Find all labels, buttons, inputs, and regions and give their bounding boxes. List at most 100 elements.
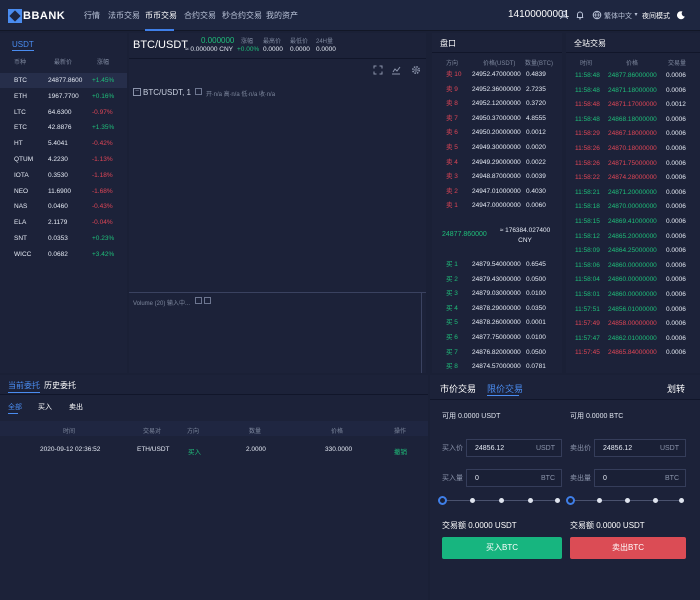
moon-icon[interactable]: [676, 10, 686, 20]
nav-market[interactable]: 行情: [84, 10, 100, 21]
bell-icon[interactable]: [575, 10, 585, 20]
nav-my-assets[interactable]: 我的资产: [266, 10, 298, 21]
orderbook-header-price: 价格(USDT): [483, 61, 516, 67]
settings-icon[interactable]: [411, 65, 421, 75]
sell-qty-input[interactable]: 0 BTC: [594, 469, 686, 487]
volume-settings-icon[interactable]: [195, 297, 202, 304]
user-icon[interactable]: [559, 10, 569, 20]
slider-step[interactable]: [597, 498, 602, 503]
slider-step[interactable]: [625, 498, 630, 503]
market-price: 0.0353: [48, 235, 68, 242]
sell-percent-slider[interactable]: [566, 496, 686, 506]
sell-button[interactable]: 卖出BTC: [570, 537, 686, 559]
orders-header-pair: 交易对: [143, 429, 162, 435]
filter-buy[interactable]: 买入: [38, 402, 52, 412]
orderbook-ask-row[interactable]: 卖 4 24949.29000000 0.0022: [432, 156, 562, 171]
filter-all[interactable]: 全部: [8, 402, 22, 412]
orderbook-ask-row[interactable]: 卖 3 24948.87000000 0.0039: [432, 170, 562, 185]
trade-time: 11:57:45: [575, 349, 600, 357]
fullscreen-icon[interactable]: [373, 65, 383, 75]
list-item[interactable]: LTC 64.6300 -0.97%: [0, 105, 127, 120]
chevron-down-icon[interactable]: ▾: [631, 10, 641, 20]
ticker-value-high: 0.0000: [263, 46, 283, 53]
ask-side: 卖 3: [446, 173, 458, 181]
slider-handle[interactable]: [566, 496, 575, 505]
slider-step[interactable]: [528, 498, 533, 503]
orderbook-bid-row[interactable]: 买 4 24878.29000000 0.0350: [432, 302, 562, 317]
ask-qty: 0.0060: [526, 202, 546, 210]
slider-step[interactable]: [653, 498, 658, 503]
trade-qty: 0.0006: [666, 145, 686, 152]
nav-spot-trade[interactable]: 币币交易: [145, 10, 177, 21]
nav-fiat-trade[interactable]: 法币交易: [108, 10, 140, 21]
market-coin: IOTA: [14, 171, 29, 179]
orderbook-bid-row[interactable]: 买 2 24879.43000000 0.0500: [432, 273, 562, 288]
order-cancel-button[interactable]: 撤销: [394, 446, 407, 456]
market-coin: NEO: [14, 187, 29, 195]
slider-handle[interactable]: [438, 496, 447, 505]
orderbook-ask-row[interactable]: 卖 7 24950.37000000 4.8555: [432, 112, 562, 127]
orderbook-bid-row[interactable]: 买 3 24879.03000000 0.0100: [432, 287, 562, 302]
ticker-value-change: +0.00%: [237, 46, 260, 53]
orderbook-ask-row[interactable]: 卖 9 24952.36000000 2.7235: [432, 83, 562, 98]
list-item[interactable]: IOTA 0.3530 -1.18%: [0, 168, 127, 183]
orderbook-bid-row[interactable]: 买 8 24874.57000000 0.0781: [432, 360, 562, 375]
orderbook-ask-row[interactable]: 卖 5 24949.30000000 0.0020: [432, 141, 562, 156]
list-item[interactable]: NAS 0.0460 -0.43%: [0, 199, 127, 214]
orderbook-bid-row[interactable]: 买 1 24879.54000000 0.6545: [432, 258, 562, 273]
buy-price-input[interactable]: 24856.12 USDT: [466, 439, 562, 457]
list-item[interactable]: NEO 11.6900 -1.68%: [0, 184, 127, 199]
tab-limit-order[interactable]: 限价交易: [487, 382, 523, 395]
trades-header-qty: 交易量: [668, 61, 687, 67]
nav-second-contract[interactable]: 秒合约交易: [222, 10, 262, 21]
orderbook-bid-row[interactable]: 买 7 24876.82000000 0.0500: [432, 346, 562, 361]
buy-qty-input[interactable]: 0 BTC: [466, 469, 562, 487]
language-selector[interactable]: 繁体中文: [604, 11, 632, 21]
orderbook-ask-row[interactable]: 卖 8 24952.12000000 0.3720: [432, 97, 562, 112]
buy-button[interactable]: 买入BTC: [442, 537, 562, 559]
slider-step[interactable]: [470, 498, 475, 503]
ask-qty: 4.8555: [526, 114, 546, 122]
list-item[interactable]: HT 5.4041 -0.42%: [0, 136, 127, 151]
indicator-icon[interactable]: [391, 65, 401, 75]
nav-contract-trade[interactable]: 合约交易: [184, 10, 216, 21]
trade-time: 11:58:12: [575, 232, 600, 240]
orderbook-ask-row[interactable]: 卖 2 24947.01000000 0.4030: [432, 185, 562, 200]
tab-current-orders[interactable]: 当前委托: [8, 380, 40, 393]
legend-box-icon[interactable]: [195, 88, 202, 95]
tab-order-history[interactable]: 历史委托: [44, 380, 76, 391]
filter-sell[interactable]: 卖出: [69, 402, 83, 412]
list-item[interactable]: QTUM 4.2230 -1.13%: [0, 152, 127, 167]
orderbook-ask-row[interactable]: 卖 10 24952.47000000 0.4839: [432, 68, 562, 83]
list-item[interactable]: ELA 2.1179 -0.04%: [0, 215, 127, 230]
sell-qty-value: 0: [603, 475, 607, 482]
tab-active-underline: [487, 395, 519, 396]
list-item[interactable]: WICC 0.0682 +3.42%: [0, 247, 127, 262]
logo[interactable]: BBANK: [8, 7, 70, 24]
slider-step[interactable]: [555, 498, 560, 503]
list-item[interactable]: BTC 24877.8600 +1.45%: [0, 73, 127, 88]
slider-step[interactable]: [679, 498, 684, 503]
table-row: 11:58:29 24867.18000000 0.0006: [566, 127, 700, 142]
sell-price-input[interactable]: 24856.12 USDT: [594, 439, 686, 457]
tab-market-order[interactable]: 市价交易: [440, 382, 476, 395]
orderbook-bid-row[interactable]: 买 6 24877.75000000 0.0100: [432, 331, 562, 346]
list-item[interactable]: ETC 42.8876 +1.35%: [0, 120, 127, 135]
night-mode-toggle[interactable]: 夜间模式: [642, 11, 670, 21]
market-tab-usdt[interactable]: USDT: [12, 40, 34, 51]
list-item[interactable]: ETH 1967.7700 +0.16%: [0, 89, 127, 104]
orderbook-ask-row[interactable]: 卖 1 24947.00000000 0.0060: [432, 199, 562, 214]
orderbook-ask-row[interactable]: 卖 6 24950.20000000 0.0012: [432, 126, 562, 141]
market-change: +0.23%: [92, 235, 115, 242]
orderbook-bid-row[interactable]: 买 5 24878.26000000 0.0001: [432, 316, 562, 331]
slider-step[interactable]: [499, 498, 504, 503]
collapse-legend-icon[interactable]: −: [133, 88, 141, 96]
transfer-button[interactable]: 划转: [667, 382, 685, 395]
list-item[interactable]: SNT 0.0353 +0.23%: [0, 231, 127, 246]
volume-close-icon[interactable]: [204, 297, 211, 304]
market-price: 0.0682: [48, 250, 68, 258]
buy-percent-slider[interactable]: [438, 496, 562, 506]
trade-time: 11:58:04: [575, 276, 600, 284]
market-coin: NAS: [14, 203, 28, 211]
globe-icon[interactable]: [592, 10, 602, 20]
